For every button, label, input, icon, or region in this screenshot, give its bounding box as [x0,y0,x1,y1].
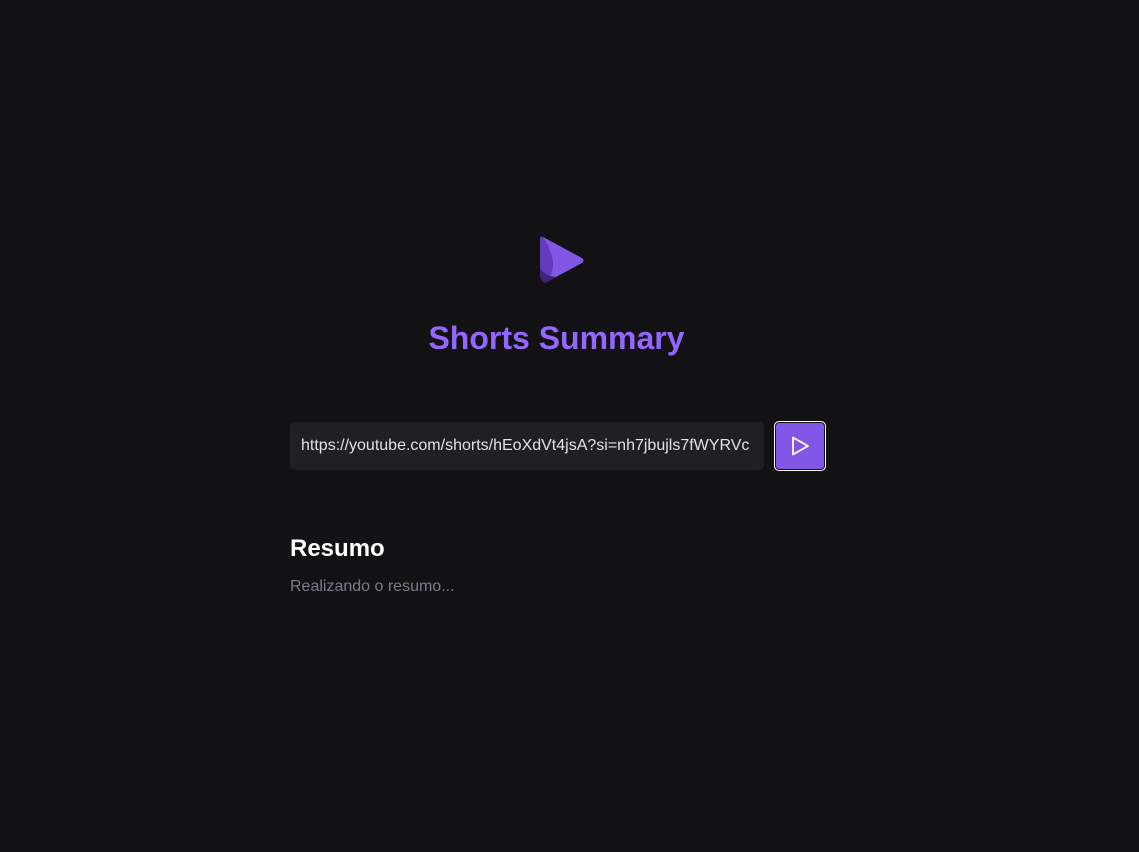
app-page: Shorts Summary Resumo Realizando o resum… [0,0,1139,852]
url-form [290,421,826,471]
summarize-button[interactable] [774,421,826,471]
summary-heading: Resumo [290,535,385,562]
app-title: Shorts Summary [428,320,685,357]
play-icon [789,435,811,457]
play-triangle-icon [538,234,586,286]
summary-status: Realizando o resumo... [290,578,455,595]
video-url-input[interactable] [290,422,764,470]
